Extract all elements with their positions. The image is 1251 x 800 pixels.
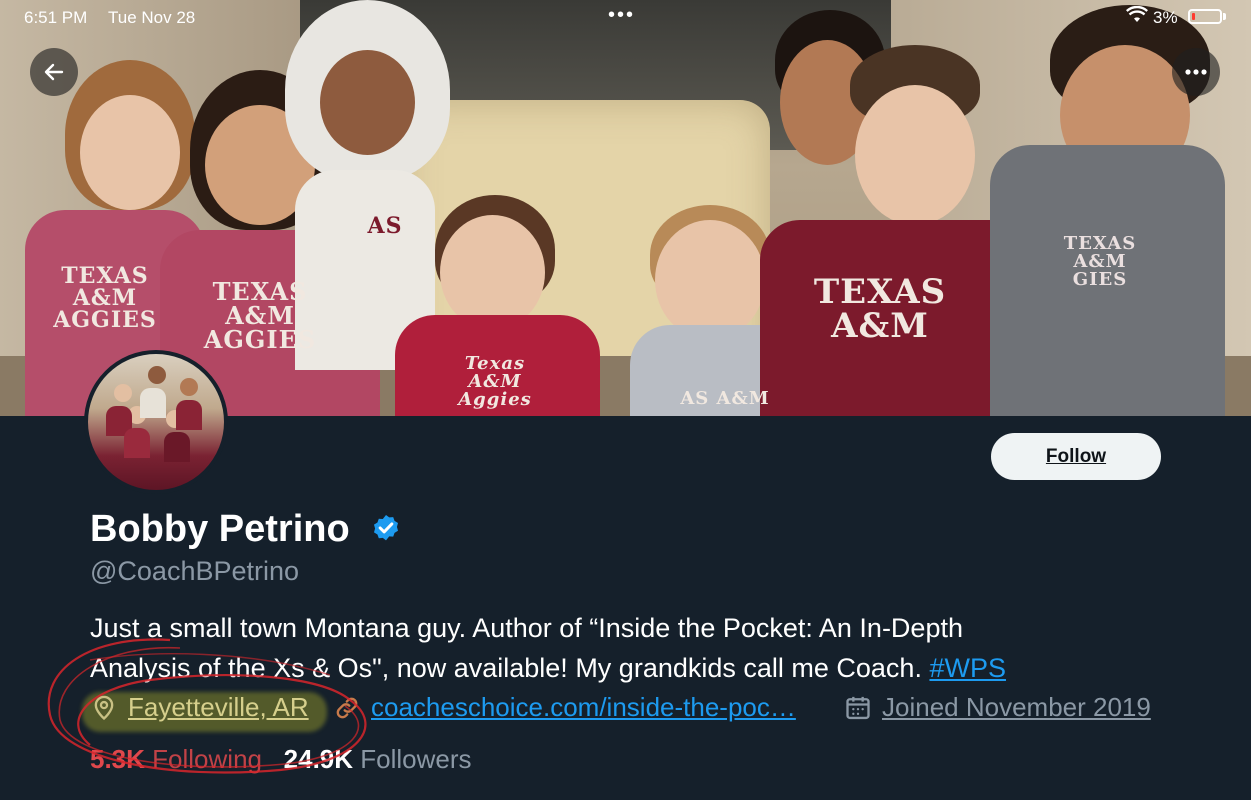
- profile-avatar[interactable]: [84, 350, 228, 494]
- display-name: Bobby Petrino: [90, 508, 350, 550]
- location-pin-icon: [94, 695, 114, 720]
- status-bar: 6:51 PM Tue Nov 28 ••• 3%: [0, 0, 1251, 34]
- hashtag-link[interactable]: #WPS: [929, 653, 1006, 683]
- follow-button[interactable]: Follow: [991, 433, 1161, 480]
- link-icon: [336, 697, 358, 718]
- arrow-left-icon: [44, 63, 64, 81]
- joined-item: Joined November 2019: [844, 692, 1151, 723]
- following-label: Following: [152, 744, 262, 774]
- bio-line: Just a small town Montana guy. Author of…: [90, 613, 963, 643]
- more-options-button[interactable]: [1172, 48, 1220, 96]
- status-time: 6:51 PM: [24, 8, 88, 27]
- follow-stats: 5.3K Following 24.9K Followers: [90, 744, 472, 775]
- battery-tip: [1223, 13, 1226, 20]
- followers-link[interactable]: 24.9K Followers: [284, 744, 472, 774]
- back-button[interactable]: [30, 48, 78, 96]
- location-item: Fayetteville, AR: [90, 692, 309, 723]
- following-link[interactable]: 5.3K Following: [90, 744, 262, 774]
- calendar-icon: [846, 696, 870, 719]
- battery-icon: [1188, 9, 1222, 24]
- status-date: Tue Nov 28: [108, 8, 196, 27]
- battery-percent: 3%: [1153, 8, 1178, 27]
- verified-badge-icon[interactable]: [370, 513, 402, 545]
- ellipsis-icon: [1185, 69, 1207, 75]
- website-link[interactable]: coacheschoice.com/inside-the-poc…: [371, 692, 796, 723]
- followers-label: Followers: [360, 744, 472, 774]
- profile-bio: Just a small town Montana guy. Author of…: [90, 608, 1180, 688]
- joined-date: Joined November 2019: [882, 692, 1151, 722]
- following-count: 5.3K: [90, 744, 145, 774]
- user-handle: @CoachBPetrino: [90, 556, 300, 586]
- multitasking-icon[interactable]: •••: [608, 4, 635, 27]
- website-item: coacheschoice.com/inside-the-poc…: [333, 692, 796, 723]
- followers-count: 24.9K: [283, 744, 354, 774]
- location-text[interactable]: Fayetteville, AR: [128, 692, 309, 723]
- wifi-icon: [1125, 5, 1149, 29]
- profile-banner[interactable]: TEXAS A&M AGGIES TEXAS A&M AGGIES AS Tex…: [0, 0, 1251, 416]
- bio-line: Analysis of the Xs & Os", now available!…: [90, 653, 930, 683]
